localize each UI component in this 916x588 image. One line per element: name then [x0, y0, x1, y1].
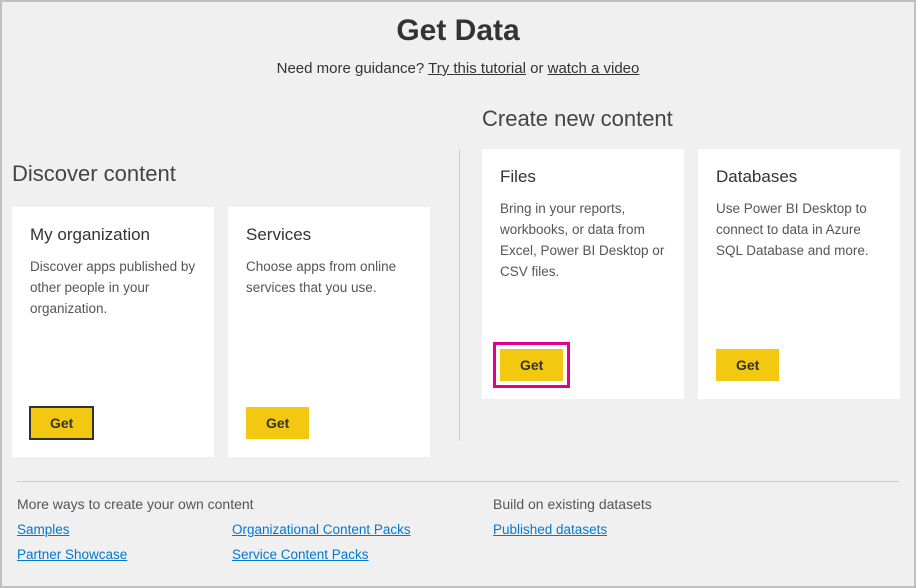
more-ways-title: More ways to create your own content — [17, 496, 458, 512]
card-databases: Databases Use Power BI Desktop to connec… — [698, 149, 900, 399]
guidance-or: or — [526, 60, 548, 77]
org-content-packs-link[interactable]: Organizational Content Packs — [232, 522, 447, 537]
get-button-services[interactable]: Get — [246, 407, 309, 439]
published-datasets-link[interactable]: Published datasets — [493, 522, 708, 537]
partner-showcase-link[interactable]: Partner Showcase — [17, 547, 232, 562]
card-desc: Bring in your reports, workbooks, or dat… — [500, 199, 668, 349]
create-title: Create new content — [482, 106, 673, 132]
page-title: Get Data — [12, 14, 904, 48]
divider — [17, 481, 899, 482]
tutorial-link[interactable]: Try this tutorial — [428, 60, 526, 77]
get-button-databases[interactable]: Get — [716, 349, 779, 381]
card-title: Services — [246, 225, 414, 245]
card-desc: Choose apps from online services that yo… — [246, 257, 414, 407]
card-title: My organization — [30, 225, 198, 245]
get-button-my-organization[interactable]: Get — [30, 407, 93, 439]
service-content-packs-link[interactable]: Service Content Packs — [232, 547, 447, 562]
card-desc: Use Power BI Desktop to connect to data … — [716, 199, 884, 349]
create-section: Create new content Files Bring in your r… — [459, 149, 904, 441]
card-desc: Discover apps published by other people … — [30, 257, 198, 407]
existing-datasets-title: Build on existing datasets — [493, 496, 899, 512]
discover-title: Discover content — [12, 161, 459, 187]
guidance-prefix: Need more guidance? — [277, 60, 429, 77]
more-ways-section: More ways to create your own content Sam… — [17, 496, 458, 562]
samples-link[interactable]: Samples — [17, 522, 232, 537]
existing-datasets-section: Build on existing datasets Published dat… — [458, 496, 899, 562]
card-services: Services Choose apps from online service… — [228, 207, 430, 457]
card-files: Files Bring in your reports, workbooks, … — [482, 149, 684, 399]
card-title: Databases — [716, 167, 884, 187]
video-link[interactable]: watch a video — [548, 60, 640, 77]
get-button-files[interactable]: Get — [500, 349, 563, 381]
discover-section: Discover content My organization Discove… — [12, 107, 459, 457]
card-my-organization: My organization Discover apps published … — [12, 207, 214, 457]
guidance-text: Need more guidance? Try this tutorial or… — [12, 60, 904, 77]
card-title: Files — [500, 167, 668, 187]
